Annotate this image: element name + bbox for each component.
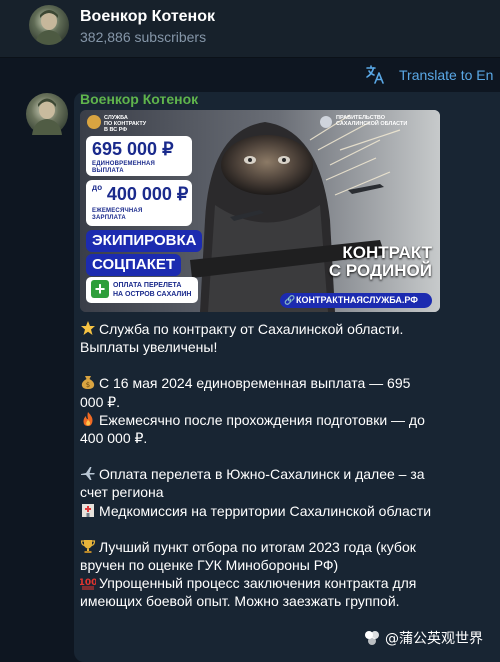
channel-avatar[interactable] — [29, 5, 69, 45]
poster-agency-right: ПРАВИТЕЛЬСТВО САХАЛИНСКОЙ ОБЛАСТИ — [336, 115, 408, 127]
poster-monthly-salary: до 400 000 ₽ ЕЖЕМЕСЯЧНАЯ ЗАРПЛАТА — [86, 180, 192, 226]
trophy-icon — [80, 538, 97, 554]
message-line: Медкомиссия на территории Сахалинской об… — [80, 502, 436, 520]
message-text: Служба по контракту от Сахалинской облас… — [79, 320, 436, 611]
recruitment-poster[interactable]: СЛУЖБА ПО КОНТРАКТУ В ВС РФ ПРАВИТЕЛЬСТВ… — [80, 110, 440, 312]
message-line: $ С 16 мая 2024 единовременная выплата —… — [80, 374, 411, 410]
poster-site-link: 🔗КОНТРАКТНАЯСЛУЖБА.РФ — [280, 293, 432, 308]
link-icon: 🔗 — [284, 295, 296, 305]
sender-avatar[interactable] — [26, 93, 68, 135]
poster-one-time-payment: 695 000 ₽ ЕДИНОВРЕМЕННАЯ ВЫПЛАТА — [86, 136, 192, 176]
watermark-logo-icon — [362, 628, 382, 648]
hundred-icon: 100 — [79, 574, 97, 590]
poster-social: СОЦПАКЕТ — [86, 254, 182, 276]
translate-icon[interactable] — [364, 63, 386, 85]
message-line: Служба по контракту от Сахалинской облас… — [80, 320, 404, 356]
hospital-icon — [80, 502, 97, 518]
channel-title: Военкор Котенок — [80, 8, 215, 25]
airplane-icon — [80, 465, 97, 481]
fire-icon — [80, 411, 97, 427]
message-line: 100 Упрощенный процесс заключения контра… — [79, 574, 417, 610]
svg-text:$: $ — [86, 381, 90, 389]
channel-header[interactable]: Военкор Котенок 382,886 subscribers — [0, 0, 500, 58]
translate-button[interactable]: Translate to En — [399, 67, 493, 83]
plus-icon: + — [91, 280, 109, 298]
poster-flight: + ОПЛАТА ПЕРЕЛЕТА НА ОСТРОВ САХАЛИН — [86, 277, 198, 303]
poster-equipment: ЭКИПИРОВКА — [86, 230, 203, 252]
poster-agency-left: СЛУЖБА ПО КОНТРАКТУ В ВС РФ — [104, 115, 147, 133]
message-line: Оплата перелета в Южно-Сахалинск и далее… — [80, 465, 425, 501]
money-bag-icon: $ — [80, 374, 97, 390]
translate-bar[interactable]: Translate to En — [0, 58, 500, 90]
sender-name[interactable]: Военкор Котенок — [80, 91, 198, 107]
message-line: Лучший пункт отбора по итогам 2023 года … — [80, 538, 416, 574]
watermark: @蒲公英观世界 — [362, 628, 483, 650]
star-icon — [80, 320, 97, 336]
poster-headline: КОНТРАКТ С РОДИНОЙ — [328, 243, 432, 280]
subscriber-count: 382,886 subscribers — [80, 29, 207, 45]
message-line: Ежемесячно после прохождения подготовки … — [80, 411, 425, 447]
